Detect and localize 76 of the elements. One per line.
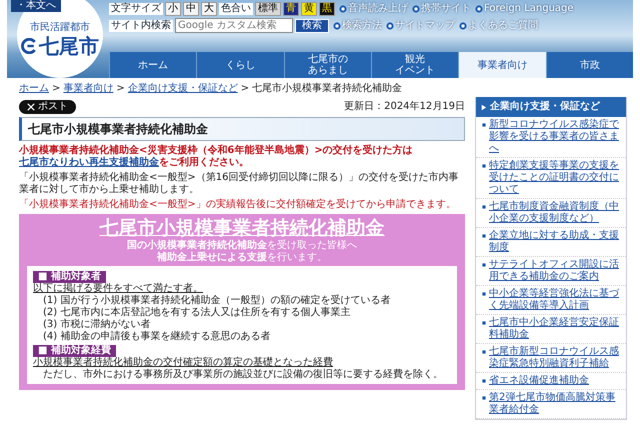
sidebar-title-text: 企業向け支援・保証など: [490, 101, 600, 113]
search-button[interactable]: 検索: [295, 18, 329, 32]
flyer-title: 七尾市小規模事業者持続化補助金: [98, 217, 386, 240]
bullet-icon: [480, 348, 488, 356]
bullet-icon: [480, 261, 488, 269]
logo-tagline: 市民活躍都市: [30, 22, 90, 34]
sidebar-link[interactable]: 新型コロナウイルス感染症で影響を受ける事業者の皆さまへ: [489, 119, 622, 155]
sidebar-link[interactable]: 中小企業等経営強化法に基づく先端設備等導入計画: [489, 288, 622, 312]
search-label: サイト内検索: [109, 20, 173, 32]
section-item: ただし、市外における事務所及び事業所の施設並びに設備の復旧等に要する経費を除く。: [42, 369, 444, 382]
sidebar-link[interactable]: 七尾市制度資金融資制度（中小企業の支援制度など）: [489, 201, 622, 225]
notice-link[interactable]: 七尾市なりわい再生支援補助金: [19, 157, 159, 168]
bullet-icon: [475, 5, 483, 13]
section-item: (3) 市税に滞納がない者: [42, 319, 152, 330]
section-item: (4) 補助金の申請後も事業を継続する意思のある者: [42, 331, 272, 344]
bullet-icon: [480, 394, 488, 402]
sidebar-link[interactable]: 省エネ設備促進補助金: [489, 375, 589, 387]
bullet-icon: [480, 203, 488, 211]
section-lead: 以下に掲げる要件をすべて満たす者。: [33, 283, 204, 294]
x-icon: [27, 103, 35, 111]
bullet-icon: [459, 22, 467, 30]
logo-text: 七尾市: [39, 34, 99, 58]
post-button[interactable]: ポスト: [19, 100, 76, 114]
flyer-subtitle: 国の小規模事業者持続化補助金を受け取った皆様へ: [126, 240, 358, 252]
color-scheme-button[interactable]: 黄: [301, 2, 317, 16]
nav-tab[interactable]: 七尾市の あらまし: [284, 52, 371, 78]
sidebar-link[interactable]: サテライトオフィス開設に活用できる補助金のご案内: [489, 259, 622, 283]
sidebar-link[interactable]: 企業立地に対する助成・支援制度: [489, 230, 622, 254]
bullet-icon: [480, 121, 488, 129]
bullet-icon: [480, 319, 488, 327]
section-item: (2) 七尾市内に本店登記地を有する法人又は住所を有する個人事業主: [42, 307, 352, 318]
nav-tab[interactable]: ホーム: [109, 52, 196, 78]
color-label: 色合い: [219, 3, 253, 15]
sidebar-link[interactable]: 特定創業支援等事業の支援を受けたことの証明書の交付について: [489, 160, 622, 196]
body-text: 「小規模事業者持続化補助金<一般型>（第16回受付締切回以降に限る）」の交付を受けた市内事業者に対して市から上乗せ補助します。: [19, 172, 460, 196]
triangle-icon: [479, 102, 488, 112]
font-size-button[interactable]: 大: [201, 2, 217, 16]
color-scheme-button[interactable]: 標準: [255, 2, 281, 16]
bullet-icon: [480, 232, 488, 240]
updated-date: 更新日：2024年12月19日: [344, 101, 465, 113]
section-item: (1) 国が行う小規模事業者持続化補助金（一般型）の額の確定を受けている者: [42, 295, 392, 306]
note-text: 「小規模事業者持続化補助金<一般型>」の実績報告後に交付額確定を受けてから申請できます。: [19, 199, 457, 212]
nav-tab[interactable]: くらし: [196, 52, 284, 78]
section-heading: ■ 補助対象経費: [33, 345, 116, 358]
bullet-icon: [412, 5, 420, 13]
bullet-icon: [480, 162, 488, 170]
breadcrumb-link[interactable]: 企業向け支援・保証など: [128, 83, 238, 95]
nav-tab[interactable]: 市政: [546, 52, 633, 78]
font-size-button[interactable]: 中: [183, 2, 199, 16]
breadcrumb-separator: >: [116, 83, 125, 95]
nav-tab[interactable]: 観光 イベント: [370, 52, 458, 78]
color-scheme-button[interactable]: 青: [283, 2, 299, 16]
bullet-icon: [480, 290, 488, 298]
bullet-icon: [339, 5, 347, 13]
breadcrumb-separator: >: [52, 83, 60, 95]
font-size-button[interactable]: 小: [165, 2, 181, 16]
bullet-icon: [333, 22, 341, 30]
page-title: 七尾市小規模事業者持続化補助金: [19, 117, 465, 142]
notice-text: 小規模事業者持続化補助金<災害支援枠（令和6年能登半島地震）>の交付を受けた方は 七尾市なりわい再生支援補助金をご利用ください。: [19, 145, 414, 170]
nav-tab[interactable]: 事業者向け: [458, 52, 546, 78]
section-heading: ■ 補助対象者: [33, 271, 106, 284]
color-scheme-button[interactable]: 黒: [319, 2, 335, 16]
sidebar-link[interactable]: 七尾市中小企業経営安定保証料補助金: [489, 317, 622, 341]
sidebar-link[interactable]: 第2弾七尾市物価高騰対策事業者給付金: [489, 392, 622, 416]
bullet-icon: [480, 377, 488, 385]
breadcrumb-link[interactable]: 事業者向け: [63, 83, 114, 95]
section-lead: 小規模事業者持続化補助金の交付確定額の算定の基礎となった経費: [33, 357, 334, 368]
breadcrumb-link[interactable]: ホーム: [19, 83, 49, 95]
search-field[interactable]: Google カスタム検索: [175, 18, 293, 33]
sidebar-link[interactable]: 七尾市新型コロナウイルス感染症緊急特別融資利子補給: [489, 346, 622, 370]
bullet-icon: [386, 22, 394, 30]
font-size-label: 文字サイズ: [109, 3, 163, 15]
swirl-icon: [21, 38, 37, 54]
flyer-subtitle: 補助金上乗せによる支援を行います。: [156, 252, 328, 264]
breadcrumb-separator: >: [240, 83, 250, 95]
breadcrumb-current: 七尾市小規模事業者持続化補助金: [252, 83, 402, 95]
